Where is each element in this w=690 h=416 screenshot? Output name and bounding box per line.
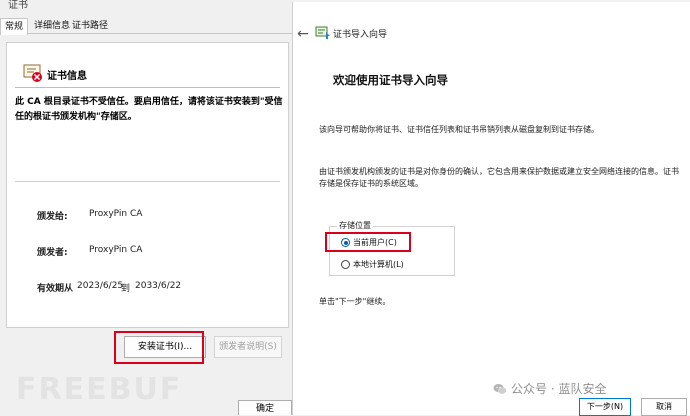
radio-local-machine[interactable]: 本地计算机(L) xyxy=(341,259,404,270)
radio-local-machine-label: 本地计算机(L) xyxy=(353,260,404,269)
issued-by-label: 颁发者: xyxy=(37,248,68,258)
validity-from: 2023/6/25 xyxy=(77,281,124,291)
issuer-statement-button: 颁发者说明(S) xyxy=(214,336,282,358)
certificate-dialog: 证书 常规 详细信息 证书路径 证书信息 此 CA 根目录证书不受信任。要启用信… xyxy=(0,0,292,415)
cert-tab-bar: 常规 详细信息 证书路径 xyxy=(0,18,292,35)
wizard-heading: 欢迎使用证书导入向导 xyxy=(333,73,448,87)
issued-to-label: 颁发给: xyxy=(37,212,68,222)
wizard-title: 证书导入向导 xyxy=(333,30,388,40)
ok-button[interactable]: 确定 xyxy=(238,400,292,415)
issued-to-value: ProxyPin CA xyxy=(89,209,143,219)
store-location-label: 存储位置 xyxy=(337,220,373,231)
continue-instruction: 单击"下一步"继续。 xyxy=(319,297,391,306)
validity-to-word: 到 xyxy=(121,284,131,294)
back-arrow-icon[interactable]: ← xyxy=(297,26,309,42)
wechat-icon xyxy=(493,383,507,394)
install-button-highlight xyxy=(114,331,204,364)
certificate-import-wizard: ← 证书导入向导 欢迎使用证书导入向导 该向导可帮助你将证书、证书信任列表和证书… xyxy=(292,2,690,416)
tab-general[interactable]: 常规 xyxy=(0,18,29,35)
wizard-description-text: 由证书颁发机构颁发的证书是对你身份的确认，它包含用来保护数据或建立安全网络连接的… xyxy=(319,167,679,188)
cert-dialog-title: 证书 xyxy=(8,0,28,11)
divider xyxy=(15,87,280,88)
cert-info-title: 证书信息 xyxy=(47,71,87,82)
validity-to: 2033/6/22 xyxy=(135,281,182,291)
watermark-text: 公众号 · 蓝队安全 xyxy=(511,382,607,396)
current-user-highlight xyxy=(325,232,411,252)
tab-cert-path[interactable]: 证书路径 xyxy=(68,18,112,34)
freebuf-watermark: FREEBUF xyxy=(16,372,183,407)
cert-info-panel: 证书信息 此 CA 根目录证书不受信任。要启用信任，请将该证书安装到"受信任的根… xyxy=(6,42,289,328)
certificate-wizard-icon xyxy=(315,26,330,39)
certificate-warning-icon xyxy=(23,64,42,82)
validity-label: 有效期从 xyxy=(37,284,74,294)
cancel-button[interactable]: 取消 xyxy=(641,398,687,416)
wizard-intro-text: 该向导可帮助你将证书、证书信任列表和证书吊销列表从磁盘复制到证书存储。 xyxy=(319,125,599,134)
divider xyxy=(15,181,280,182)
cert-titlebar: 证书 xyxy=(0,0,292,11)
next-button[interactable]: 下一步(N) xyxy=(579,398,631,416)
trust-warning-text: 此 CA 根目录证书不受信任。要启用信任，请将该证书安装到"受信任的根证书颁发机… xyxy=(15,97,283,122)
radio-local-machine-control[interactable] xyxy=(341,260,350,269)
issued-by-value: ProxyPin CA xyxy=(89,245,143,255)
wechat-watermark: 公众号 · 蓝队安全 xyxy=(493,380,606,397)
